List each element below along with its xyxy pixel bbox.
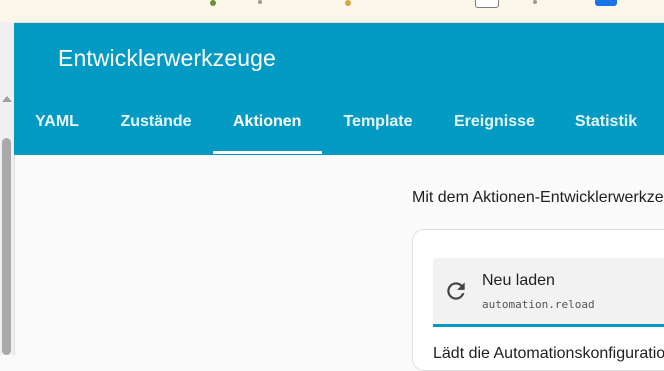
action-selector[interactable]: Neu laden automation.reload: [433, 258, 664, 327]
tab-bar: YAML Zustände Aktionen Template Ereignis…: [14, 97, 664, 155]
bookmark-button[interactable]: [475, 0, 499, 8]
bookmark-button[interactable]: [595, 0, 617, 6]
sidebar-scrollbar[interactable]: [0, 22, 15, 355]
action-id: automation.reload: [482, 298, 595, 311]
action-name: Neu laden: [482, 272, 555, 289]
tab-ereignisse[interactable]: Ereignisse: [454, 97, 535, 153]
app-header: Entwicklerwerkzeuge YAML Zustände Aktion…: [14, 23, 664, 155]
browser-bookmark-bar: [0, 0, 664, 23]
tab-aktionen[interactable]: Aktionen: [233, 97, 301, 153]
bookmark-icon[interactable]: [210, 0, 216, 6]
tab-zustaende[interactable]: Zustände: [120, 97, 192, 153]
tab-template[interactable]: Template: [342, 97, 414, 153]
bookmark-dot: [258, 0, 262, 4]
action-card: Neu laden automation.reload Lädt die Aut…: [412, 229, 664, 371]
intro-text: Mit dem Aktionen-Entwicklerwerkzeug: [412, 189, 664, 206]
bookmark-icon[interactable]: [345, 0, 351, 6]
scroll-thumb[interactable]: [2, 138, 11, 355]
tab-yaml[interactable]: YAML: [34, 97, 80, 153]
bookmark-dot: [533, 0, 537, 4]
reload-icon: [447, 282, 465, 300]
action-description: Lädt die Automationskonfiguration: [433, 345, 664, 362]
scroll-up-arrow-icon[interactable]: [2, 96, 12, 102]
page-title: Entwicklerwerkzeuge: [58, 45, 276, 71]
active-tab-indicator: [213, 151, 322, 154]
main-content: Mit dem Aktionen-Entwicklerwerkzeug Neu …: [15, 155, 664, 371]
tab-statistik[interactable]: Statistik: [574, 97, 638, 153]
